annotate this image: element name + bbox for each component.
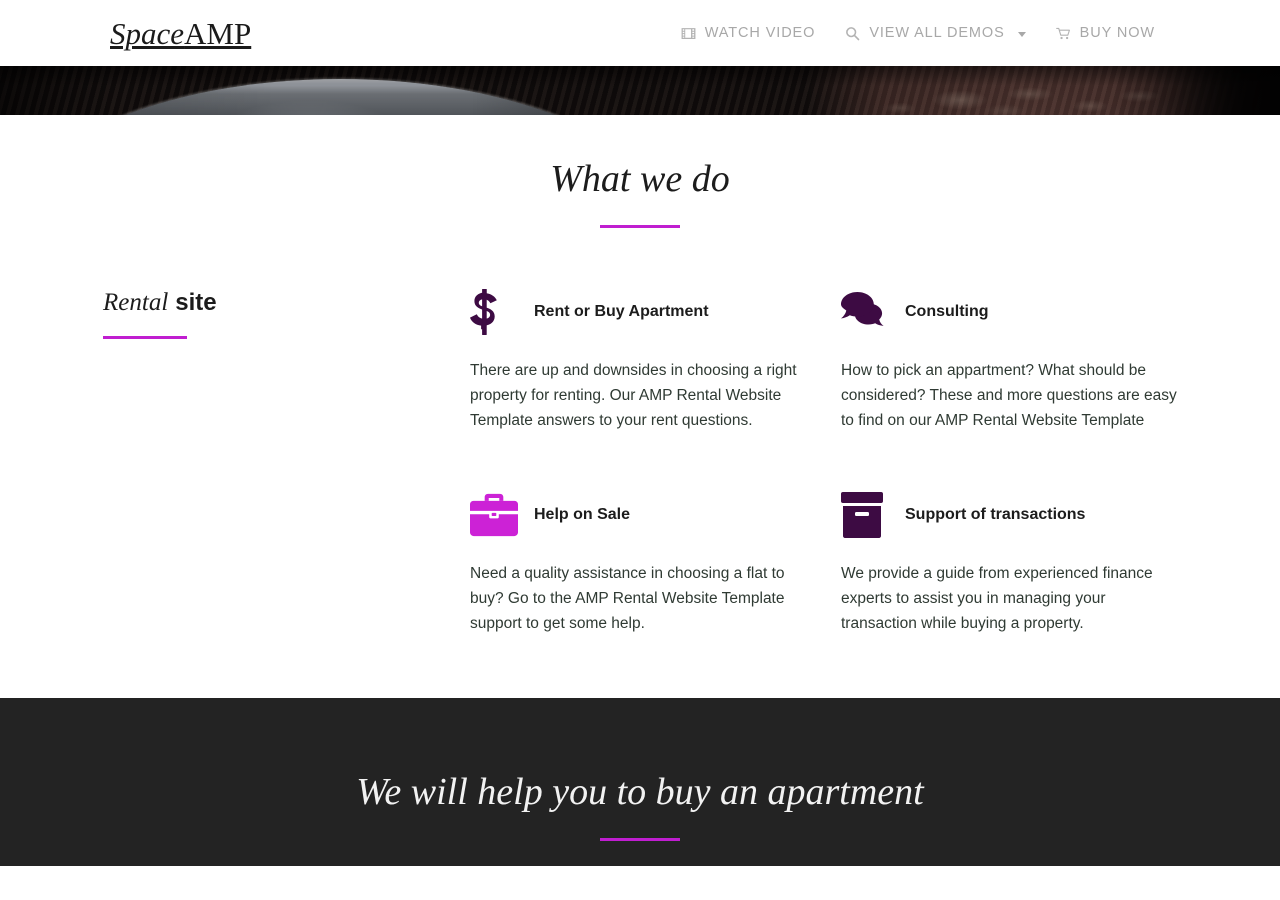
service-card-text: How to pick an appartment? What should b… [841,361,1177,429]
service-card-header: Support of transactions [841,491,1180,539]
nav-item-label: VIEW ALL DEMOS [869,25,1005,41]
brand-logo-regular-part: AMP [184,15,252,51]
services-heading-wrap: What we do [0,157,1280,228]
nav-item-label: BUY NOW [1079,25,1155,41]
page-title: What we do [550,158,730,200]
briefcase-icon [470,491,518,539]
service-card-rent-or-buy-apartment: Rent or Buy Apartment There are up and d… [470,288,809,433]
archive-box-icon [841,491,889,539]
chevron-down-icon [1017,31,1026,37]
cta-accent-rule [600,838,680,842]
shopping-cart-icon [1055,26,1071,41]
service-card-consulting: Consulting How to pick an appartment? Wh… [841,288,1180,433]
services-body: Rental site Rent or Buy Apartment There … [0,228,1280,636]
cta-heading: We will help you to buy an apartment [356,770,924,813]
service-card-text: We provide a guide from experienced fina… [841,564,1153,632]
nav-item-buy-now[interactable]: BUY NOW [1041,19,1170,47]
service-card-title: Support of transactions [905,505,1086,523]
subsection-title: Rental site [103,288,470,318]
service-card-text: Need a quality assistance in choosing a … [470,564,785,632]
service-card-title: Consulting [905,302,989,320]
services-left-column: Rental site [100,288,470,636]
service-card-header: Rent or Buy Apartment [470,288,809,336]
cta-section: We will help you to buy an apartment [0,697,1280,866]
main-navigation: WATCH VIDEO VIEW ALL DEMOS BUY NOW [666,19,1170,47]
service-card-title: Help on Sale [534,505,631,523]
subsection-accent-rule [103,336,187,340]
search-icon [845,26,860,41]
service-card-header: Consulting [841,288,1180,336]
service-card-header: Help on Sale [470,491,809,539]
brand-logo[interactable]: SpaceAMP [110,18,251,49]
film-strip-icon [681,26,696,41]
hero-image-strip [0,66,1280,115]
service-card-text: There are up and downsides in choosing a… [470,361,797,429]
subsection-title-italic-part: Rental [103,288,169,316]
hero-vignette-overlay [0,66,1280,115]
nav-item-view-all-demos[interactable]: VIEW ALL DEMOS [830,19,1040,47]
site-header: SpaceAMP WATCH VIDEO VIEW ALL DEMOS BUY … [0,0,1280,66]
subsection-title-bold-part: site [175,288,217,316]
services-section: What we do Rental site Rent or Buy Apart… [0,115,1280,636]
dollar-sign-icon [470,288,518,336]
nav-item-label: WATCH VIDEO [704,25,816,41]
nav-item-watch-video[interactable]: WATCH VIDEO [666,19,831,47]
service-cards-grid: Rent or Buy Apartment There are up and d… [470,288,1180,636]
speech-bubbles-icon [841,288,889,336]
brand-logo-italic-part: Space [110,15,185,51]
service-card-title: Rent or Buy Apartment [534,302,709,320]
service-card-help-on-sale: Help on Sale Need a quality assistance i… [470,491,809,636]
service-card-support-of-transactions: Support of transactions We provide a gui… [841,491,1180,636]
